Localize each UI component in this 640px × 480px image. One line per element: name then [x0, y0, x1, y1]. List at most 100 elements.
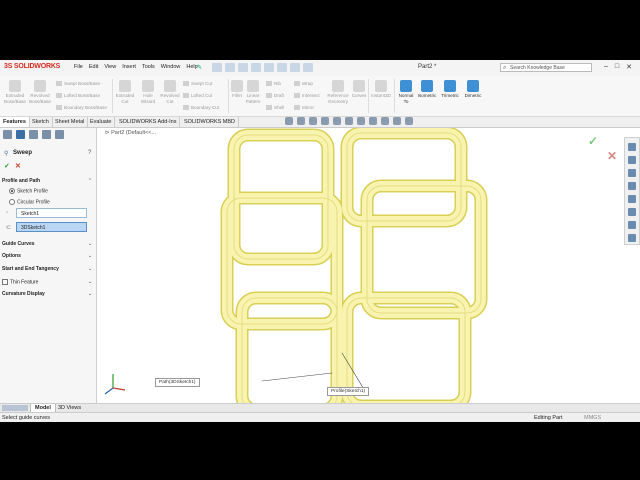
- linear-pattern-button[interactable]: Linear Pattern: [244, 80, 262, 104]
- close-icon[interactable]: ✕: [626, 63, 632, 71]
- minimize-icon[interactable]: –: [604, 63, 608, 71]
- tab-sheet-metal[interactable]: Sheet Metal: [52, 117, 89, 127]
- graphics-area[interactable]: ⊳ Part2 (Default<<... Path(3DSketch1) Pr…: [97, 128, 622, 403]
- revolved-boss-button[interactable]: Revolved Boss/Base: [28, 80, 52, 104]
- display-style-icon[interactable]: [345, 117, 353, 125]
- select-icon[interactable]: [277, 63, 287, 72]
- sketch-profile-radio[interactable]: Sketch Profile: [9, 188, 48, 194]
- view-settings-icon[interactable]: [393, 117, 401, 125]
- file-explorer-icon[interactable]: [628, 182, 636, 190]
- collapse-icon[interactable]: ⌃: [88, 178, 92, 184]
- reference-geometry-button[interactable]: Reference Geometry: [326, 80, 350, 104]
- shell-button[interactable]: Shell: [266, 105, 284, 110]
- profile-callout[interactable]: Profile(Sketch1): [327, 387, 370, 396]
- rib-button[interactable]: Rib: [266, 81, 281, 86]
- undo-icon[interactable]: [264, 63, 274, 72]
- options-icon[interactable]: [303, 63, 313, 72]
- display-manager-icon[interactable]: [55, 130, 64, 139]
- zoom-to-fit-icon[interactable]: [285, 117, 293, 125]
- isometric-button[interactable]: Isometric: [416, 80, 438, 99]
- home-icon[interactable]: [628, 143, 636, 151]
- guide-curves-header[interactable]: Guide Curves: [2, 241, 35, 247]
- profile-selection-box[interactable]: Sketch1: [16, 208, 87, 218]
- appearances-icon[interactable]: [628, 208, 636, 216]
- extruded-cut-button[interactable]: Extruded Cut: [114, 80, 136, 104]
- print-icon[interactable]: [251, 63, 261, 72]
- intersect-button[interactable]: Intersect: [294, 93, 320, 98]
- chevron-down-icon[interactable]: ⌄: [88, 291, 92, 297]
- revolved-cut-button[interactable]: Revolved Cut: [159, 80, 181, 104]
- menu-tools[interactable]: Tools: [142, 64, 155, 70]
- lofted-boss-button[interactable]: Lofted Boss/Base: [56, 93, 100, 98]
- path-callout[interactable]: Path(3DSketch1): [155, 378, 200, 387]
- menu-insert[interactable]: Insert: [122, 64, 136, 70]
- resources-icon[interactable]: [628, 156, 636, 164]
- tab-solidworks-mbd[interactable]: SOLIDWORKS MBD: [181, 117, 240, 127]
- fillet-button[interactable]: Fillet: [229, 80, 245, 99]
- menu-file[interactable]: File: [74, 64, 83, 70]
- chevron-down-icon[interactable]: ⌄: [88, 266, 92, 272]
- maximize-icon[interactable]: □: [615, 63, 619, 71]
- menu-window[interactable]: Window: [161, 64, 181, 70]
- zoom-area-icon[interactable]: [297, 117, 305, 125]
- previous-view-icon[interactable]: [309, 117, 317, 125]
- configuration-manager-icon[interactable]: [29, 130, 38, 139]
- curves-button[interactable]: Curves: [351, 80, 367, 99]
- hole-wizard-button[interactable]: Hole Wizard: [137, 80, 159, 104]
- tab-features[interactable]: Features: [0, 117, 30, 127]
- property-manager-icon[interactable]: [16, 130, 25, 139]
- design-library-icon[interactable]: [628, 169, 636, 177]
- tab-navigation-icon[interactable]: [2, 405, 28, 411]
- confirm-cancel-icon[interactable]: ✕: [607, 149, 617, 163]
- tab-solidworks-add-ins[interactable]: SOLIDWORKS Add-Ins: [116, 117, 181, 127]
- save-icon[interactable]: [238, 63, 248, 72]
- help-icon[interactable]: ?: [88, 150, 91, 156]
- hide-show-icon[interactable]: [357, 117, 365, 125]
- options-header[interactable]: Options: [2, 253, 21, 259]
- curvature-display-header[interactable]: Curvature Display: [2, 291, 45, 297]
- tab-evaluate[interactable]: Evaluate: [87, 117, 116, 127]
- pin-icon[interactable]: ✎: [197, 64, 202, 71]
- sweep-preview-model[interactable]: [97, 128, 622, 403]
- boundary-boss-button[interactable]: Boundary Boss/Base: [56, 105, 107, 110]
- chevron-down-icon[interactable]: ⌄: [88, 253, 92, 259]
- menu-view[interactable]: View: [104, 64, 116, 70]
- trimetric-button[interactable]: Trimetric: [439, 80, 461, 99]
- mirror-button[interactable]: Mirror: [294, 105, 314, 110]
- extruded-boss-button[interactable]: Extruded Boss/Base: [3, 80, 27, 104]
- section-view-icon[interactable]: [321, 117, 329, 125]
- feature-tree-icon[interactable]: [3, 130, 12, 139]
- status-units[interactable]: MMGS: [584, 415, 601, 421]
- scene-icon[interactable]: [381, 117, 389, 125]
- profile-and-path-header[interactable]: Profile and Path: [2, 178, 40, 184]
- menu-edit[interactable]: Edit: [89, 64, 98, 70]
- search-input[interactable]: ⌕ Search Knowledge Base: [500, 63, 592, 72]
- path-selection-box[interactable]: 3DSketch1: [16, 222, 87, 232]
- forum-icon[interactable]: [628, 234, 636, 242]
- dimetric-button[interactable]: Dimetric: [462, 80, 484, 99]
- solidworks-logo[interactable]: 3S SOLIDWORKS: [4, 63, 60, 70]
- swept-cut-button[interactable]: Swept Cut: [183, 81, 212, 86]
- tab-sketch[interactable]: Sketch: [29, 117, 53, 127]
- view-palette-icon[interactable]: [628, 195, 636, 203]
- draft-button[interactable]: Draft: [266, 93, 284, 98]
- menu-help[interactable]: Help: [186, 64, 197, 70]
- open-icon[interactable]: [225, 63, 235, 72]
- ok-button[interactable]: ✓: [4, 162, 10, 170]
- confirm-ok-icon[interactable]: ✓: [588, 134, 598, 148]
- view-orientation-icon[interactable]: [333, 117, 341, 125]
- normal-to-button[interactable]: Normal To: [396, 80, 416, 104]
- thin-feature-checkbox[interactable]: Thin Feature: [2, 279, 38, 285]
- boundary-cut-button[interactable]: Boundary Cut: [183, 105, 219, 110]
- instant3d-button[interactable]: Instant3D: [370, 80, 392, 99]
- custom-properties-icon[interactable]: [628, 221, 636, 229]
- dimxpert-icon[interactable]: [42, 130, 51, 139]
- rebuild-icon[interactable]: [290, 63, 300, 72]
- swept-boss-button[interactable]: Swept Boss/Base: [56, 81, 100, 86]
- wrap-button[interactable]: Wrap: [294, 81, 313, 86]
- cancel-button[interactable]: ✕: [15, 162, 21, 170]
- chevron-down-icon[interactable]: ⌄: [88, 241, 92, 247]
- monitor-icon[interactable]: [405, 117, 413, 125]
- new-icon[interactable]: [212, 63, 222, 72]
- start-end-tangency-header[interactable]: Start and End Tangency: [2, 266, 59, 272]
